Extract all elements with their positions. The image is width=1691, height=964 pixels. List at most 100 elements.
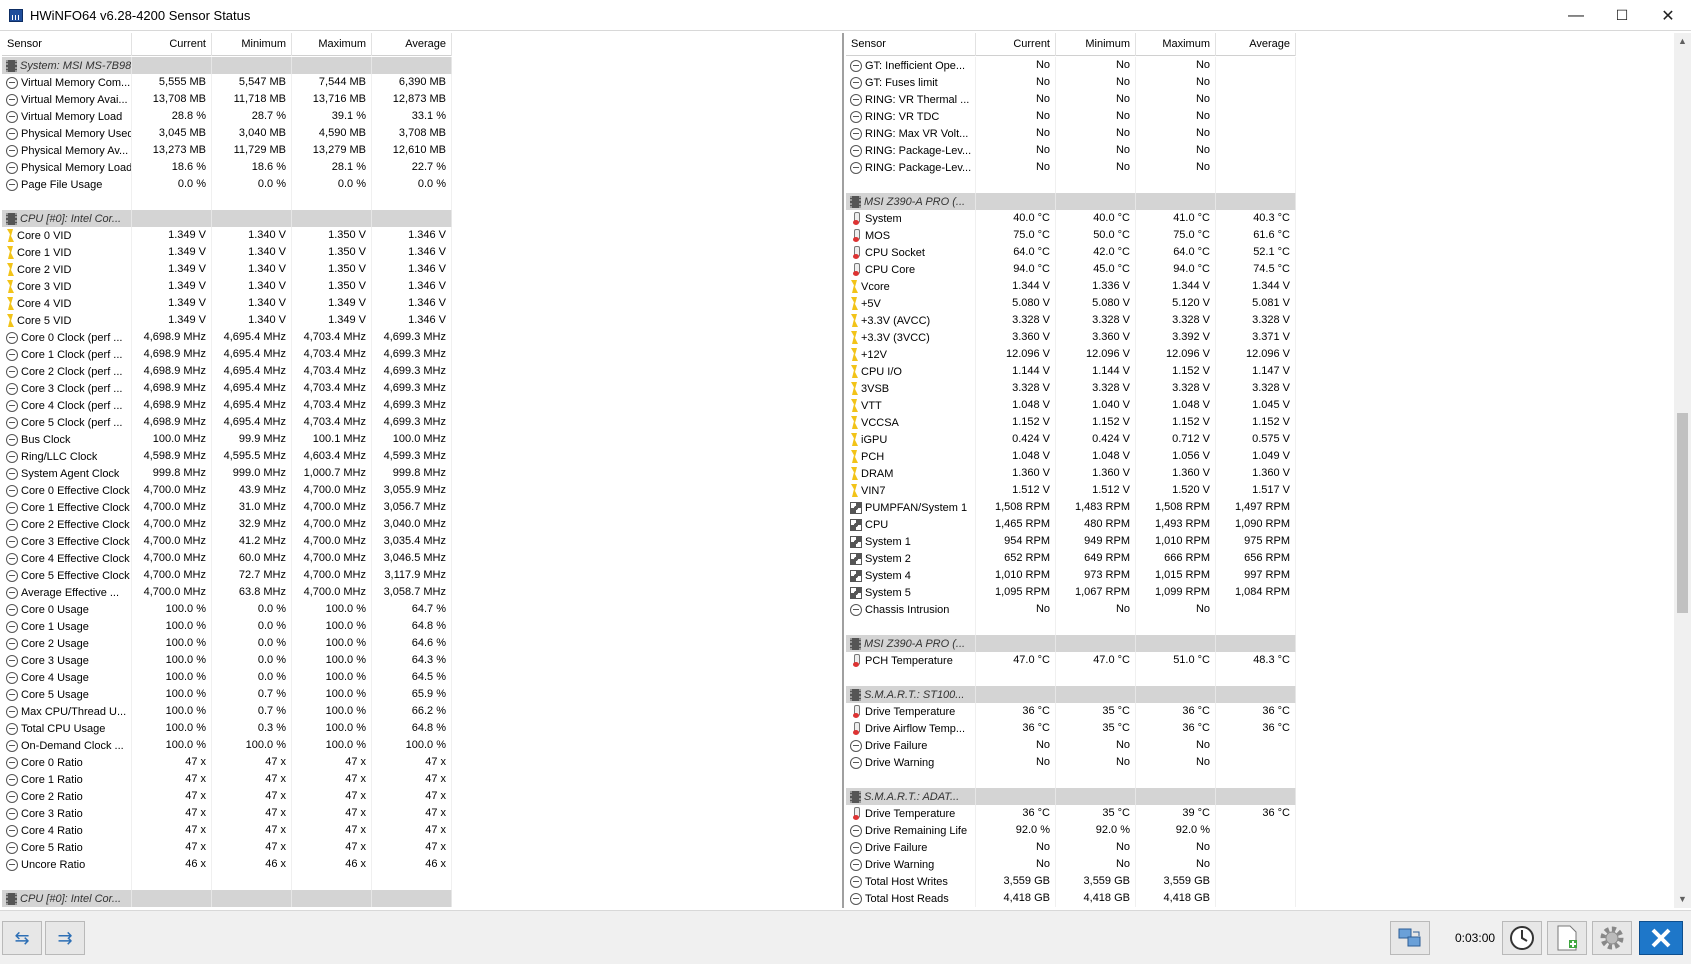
sensor-row[interactable]: Core 5 Ratio 47 x 47 x 47 x 47 x (2, 839, 452, 856)
sensor-row[interactable]: Core 4 Clock (perf ... 4,698.9 MHz 4,695.4… (2, 397, 452, 414)
sensor-row[interactable]: RING: VR TDC No No No (846, 108, 1296, 125)
column-average[interactable]: Average (1216, 33, 1296, 56)
sensor-row[interactable]: VCCSA 1.152 V 1.152 V 1.152 V 1.152 V (846, 414, 1296, 431)
sensor-row[interactable]: Core 3 Ratio 47 x 47 x 47 x 47 x (2, 805, 452, 822)
sensor-row[interactable]: +3.3V (AVCC) 3.328 V 3.328 V 3.328 V 3.328 V (846, 312, 1296, 329)
sensor-row[interactable]: VTT 1.048 V 1.040 V 1.048 V 1.045 V (846, 397, 1296, 414)
sensor-row[interactable]: +12V 12.096 V 12.096 V 12.096 V 12.096 V (846, 346, 1296, 363)
sensor-row[interactable]: System 1 954 RPM 949 RPM 1,010 RPM 975 RPM (846, 533, 1296, 550)
timer-button[interactable] (1502, 921, 1542, 955)
sensor-row[interactable]: Core 1 Ratio 47 x 47 x 47 x 47 x (2, 771, 452, 788)
sensor-row[interactable]: Core 2 Clock (perf ... 4,698.9 MHz 4,695.4… (2, 363, 452, 380)
sensor-group-row[interactable]: S.M.A.R.T.: ST100... (846, 686, 1296, 703)
column-sensor[interactable]: Sensor (2, 33, 132, 56)
sensor-row[interactable]: Virtual Memory Load 28.8 % 28.7 % 39.1 % 33.… (2, 108, 452, 125)
sensor-row[interactable]: Drive Remaining Life 92.0 % 92.0 % 92.0 % (846, 822, 1296, 839)
sensor-row[interactable]: MOS 75.0 °C 50.0 °C 75.0 °C 61.6 °C (846, 227, 1296, 244)
sensor-row[interactable]: Physical Memory Used 3,045 MB 3,040 MB 4,59… (2, 125, 452, 142)
column-maximum[interactable]: Maximum (292, 33, 372, 56)
maximize-button[interactable]: ☐ (1599, 0, 1645, 31)
sensor-row[interactable]: Physical Memory Load 18.6 % 18.6 % 28.1 % 22… (2, 159, 452, 176)
sensor-row[interactable]: Average Effective ... 4,700.0 MHz 63.8 MHz… (2, 584, 452, 601)
sensor-row[interactable]: CPU 1,465 RPM 480 RPM 1,493 RPM 1,090 RPM (846, 516, 1296, 533)
close-button[interactable]: ✕ (1645, 0, 1691, 31)
sensor-row[interactable]: Core 5 VID 1.349 V 1.340 V 1.349 V 1.346 V (2, 312, 452, 329)
scroll-down-arrow-icon[interactable]: ▼ (1674, 891, 1691, 908)
sensor-row[interactable]: Core 0 Clock (perf ... 4,698.9 MHz 4,695.4… (2, 329, 452, 346)
sensor-row[interactable]: On-Demand Clock ... 100.0 % 100.0 % 100.0 %… (2, 737, 452, 754)
sensor-row[interactable]: Drive Failure No No No (846, 737, 1296, 754)
sensor-row[interactable]: RING: Package-Lev... No No No (846, 159, 1296, 176)
sensor-row[interactable]: Virtual Memory Com... 5,555 MB 5,547 MB 7,5… (2, 74, 452, 91)
sensor-row[interactable]: Core 5 Clock (perf ... 4,698.9 MHz 4,695.4… (2, 414, 452, 431)
sensor-row[interactable]: RING: VR Thermal ... No No No (846, 91, 1296, 108)
close-sensors-button[interactable] (1639, 921, 1683, 955)
sensor-row[interactable]: Ring/LLC Clock 4,598.9 MHz 4,595.5 MHz 4,60… (2, 448, 452, 465)
column-minimum[interactable]: Minimum (1056, 33, 1136, 56)
sensor-row[interactable]: Core 3 Clock (perf ... 4,698.9 MHz 4,695.4… (2, 380, 452, 397)
sensor-row[interactable]: Core 4 VID 1.349 V 1.340 V 1.349 V 1.346 V (2, 295, 452, 312)
sensor-row[interactable]: GT: Inefficient Ope... No No No (846, 57, 1296, 74)
sensor-group-row[interactable]: System: MSI MS-7B98 (2, 57, 452, 74)
sensor-row[interactable]: Drive Warning No No No (846, 856, 1296, 873)
sensor-row[interactable]: Core 0 Usage 100.0 % 0.0 % 100.0 % 64.7 % (2, 601, 452, 618)
sensor-row[interactable]: RING: Max VR Volt... No No No (846, 125, 1296, 142)
sensor-group-row[interactable]: CPU [#0]: Intel Cor... (2, 890, 452, 907)
sensor-row[interactable]: Core 2 Ratio 47 x 47 x 47 x 47 x (2, 788, 452, 805)
sensor-row[interactable]: Core 5 Usage 100.0 % 0.7 % 100.0 % 65.9 % (2, 686, 452, 703)
sensor-row[interactable]: Total CPU Usage 100.0 % 0.3 % 100.0 % 64.8 % (2, 720, 452, 737)
sensor-row[interactable]: Core 4 Usage 100.0 % 0.0 % 100.0 % 64.5 % (2, 669, 452, 686)
sensor-row[interactable]: +3.3V (3VCC) 3.360 V 3.360 V 3.392 V 3.371 V (846, 329, 1296, 346)
sensor-row[interactable]: PCH 1.048 V 1.048 V 1.056 V 1.049 V (846, 448, 1296, 465)
column-current[interactable]: Current (976, 33, 1056, 56)
sensor-row[interactable]: Drive Temperature 36 °C 35 °C 39 °C 36 °C (846, 805, 1296, 822)
sensor-row[interactable]: Core 1 Usage 100.0 % 0.0 % 100.0 % 64.8 % (2, 618, 452, 635)
sensor-pane-right[interactable]: Sensor Current Minimum Maximum Average G… (846, 33, 1691, 908)
sensor-row[interactable]: Core 4 Ratio 47 x 47 x 47 x 47 x (2, 822, 452, 839)
sensor-row[interactable]: CPU I/O 1.144 V 1.144 V 1.152 V 1.147 V (846, 363, 1296, 380)
sensor-row[interactable]: Virtual Memory Avai... 13,708 MB 11,718 MB… (2, 91, 452, 108)
sensor-row[interactable]: +5V 5.080 V 5.080 V 5.120 V 5.081 V (846, 295, 1296, 312)
sensor-row[interactable]: System 2 652 RPM 649 RPM 666 RPM 656 RPM (846, 550, 1296, 567)
sensor-row[interactable]: Core 2 Usage 100.0 % 0.0 % 100.0 % 64.6 % (2, 635, 452, 652)
sensor-row[interactable]: Total Host Writes 3,559 GB 3,559 GB 3,559 G… (846, 873, 1296, 890)
sensor-row[interactable]: Drive Warning No No No (846, 754, 1296, 771)
scroll-up-arrow-icon[interactable]: ▲ (1674, 33, 1691, 50)
sensor-row[interactable]: DRAM 1.360 V 1.360 V 1.360 V 1.360 V (846, 465, 1296, 482)
sensor-group-row[interactable]: MSI Z390-A PRO (... (846, 193, 1296, 210)
sensor-row[interactable]: Uncore Ratio 46 x 46 x 46 x 46 x (2, 856, 452, 873)
sensor-row[interactable]: Core 5 Effective Clock 4,700.0 MHz 72.7 MH… (2, 567, 452, 584)
sensor-row[interactable]: Max CPU/Thread U... 100.0 % 0.7 % 100.0 % 66… (2, 703, 452, 720)
scrollbar-thumb[interactable] (1677, 413, 1688, 613)
sensor-group-row[interactable]: CPU [#0]: Intel Cor... (2, 210, 452, 227)
sensor-row[interactable]: Chassis Intrusion No No No (846, 601, 1296, 618)
sensor-row[interactable]: Core 0 Effective Clock 4,700.0 MHz 43.9 MH… (2, 482, 452, 499)
sensor-row[interactable]: CPU Core 94.0 °C 45.0 °C 94.0 °C 74.5 °C (846, 261, 1296, 278)
sensor-row[interactable]: Core 2 Effective Clock 4,700.0 MHz 32.9 MH… (2, 516, 452, 533)
sensor-row[interactable]: Core 1 Clock (perf ... 4,698.9 MHz 4,695.4… (2, 346, 452, 363)
sensor-row[interactable]: Core 3 VID 1.349 V 1.340 V 1.350 V 1.346 V (2, 278, 452, 295)
sensor-row[interactable]: Core 1 Effective Clock 4,700.0 MHz 31.0 MH… (2, 499, 452, 516)
network-button[interactable] (1390, 921, 1430, 955)
sensor-row[interactable]: Drive Temperature 36 °C 35 °C 36 °C 36 °C (846, 703, 1296, 720)
sensor-row[interactable]: Bus Clock 100.0 MHz 99.9 MHz 100.1 MHz 100.0… (2, 431, 452, 448)
column-maximum[interactable]: Maximum (1136, 33, 1216, 56)
sensor-group-row[interactable]: MSI Z390-A PRO (... (846, 635, 1296, 652)
sensor-row[interactable]: iGPU 0.424 V 0.424 V 0.712 V 0.575 V (846, 431, 1296, 448)
log-file-button[interactable] (1547, 921, 1587, 955)
sensor-row[interactable]: Vcore 1.344 V 1.336 V 1.344 V 1.344 V (846, 278, 1296, 295)
sensor-row[interactable]: Drive Airflow Temp... 36 °C 35 °C 36 °C 36 °… (846, 720, 1296, 737)
column-sensor[interactable]: Sensor (846, 33, 976, 56)
sensor-row[interactable]: RING: Package-Lev... No No No (846, 142, 1296, 159)
column-current[interactable]: Current (132, 33, 212, 56)
sensor-row[interactable]: Page File Usage 0.0 % 0.0 % 0.0 % 0.0 % (2, 176, 452, 193)
sensor-row[interactable]: System Agent Clock 999.8 MHz 999.0 MHz 1,00… (2, 465, 452, 482)
sensor-row[interactable]: VIN7 1.512 V 1.512 V 1.520 V 1.517 V (846, 482, 1296, 499)
sensor-row[interactable]: PCH Temperature 47.0 °C 47.0 °C 51.0 °C 48.3… (846, 652, 1296, 669)
sensor-row[interactable]: 3VSB 3.328 V 3.328 V 3.328 V 3.328 V (846, 380, 1296, 397)
sensor-row[interactable]: Core 0 Ratio 47 x 47 x 47 x 47 x (2, 754, 452, 771)
sensor-row[interactable]: CPU Socket 64.0 °C 42.0 °C 64.0 °C 52.1 °C (846, 244, 1296, 261)
column-minimum[interactable]: Minimum (212, 33, 292, 56)
sensor-row[interactable]: PUMPFAN/System 1 1,508 RPM 1,483 RPM 1,508 … (846, 499, 1296, 516)
sensor-row[interactable]: Core 4 Effective Clock 4,700.0 MHz 60.0 MH… (2, 550, 452, 567)
